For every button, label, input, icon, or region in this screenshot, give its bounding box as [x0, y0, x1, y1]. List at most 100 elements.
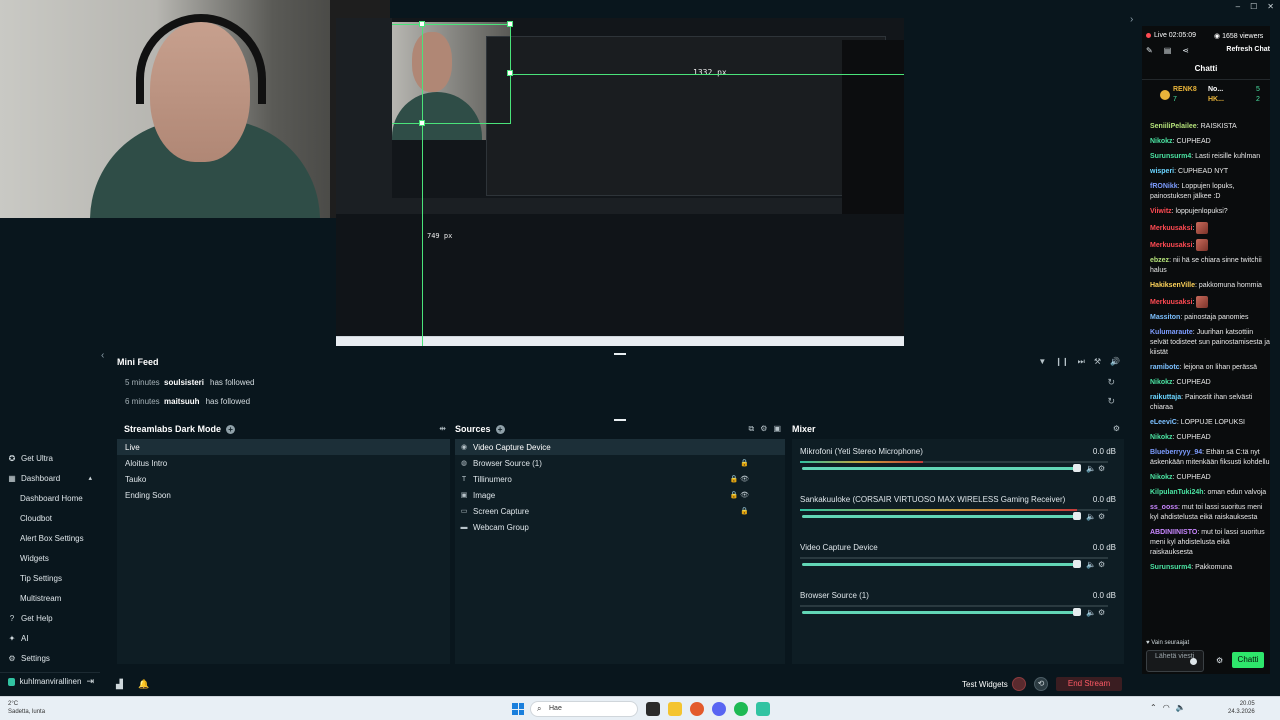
speaker-icon[interactable]: 🔈	[1086, 560, 1096, 569]
source-item[interactable]: ▭ Screen Capture 🔒	[455, 503, 785, 519]
scene-item[interactable]: Tauko	[117, 471, 450, 487]
popout-icon[interactable]: ▤	[1164, 46, 1172, 55]
share-icon[interactable]: ⋖	[1182, 46, 1189, 55]
close-button[interactable]: ✕	[1267, 2, 1274, 11]
chat-user[interactable]: Merkuusaksi	[1150, 299, 1192, 306]
mixer-settings-icon[interactable]: ⚙	[1113, 424, 1120, 433]
nav-item-ai[interactable]: ✦ AI	[0, 628, 100, 648]
slider-knob[interactable]	[1073, 560, 1081, 568]
resize-handle[interactable]	[419, 21, 425, 27]
chat-send-button[interactable]: Chatti	[1232, 652, 1264, 668]
replay-buffer-button[interactable]: ⟲	[1034, 677, 1048, 691]
volume-slider[interactable]	[802, 464, 1081, 472]
nav-item-multistream[interactable]: Multistream	[0, 588, 100, 608]
nav-item-get-ultra[interactable]: ✪ Get Ultra	[0, 448, 100, 468]
chat-user[interactable]: Nikokz	[1150, 138, 1173, 145]
minimize-button[interactable]: –	[1236, 2, 1240, 11]
chat-user[interactable]: Kulumaraute	[1150, 329, 1193, 336]
gear-icon[interactable]: ⚙	[1098, 560, 1105, 569]
speaker-icon[interactable]: 🔈	[1086, 464, 1096, 473]
source-visibility-lock-icons[interactable]: 🔒 👁	[729, 491, 749, 499]
duplicate-icon[interactable]: ⧉	[749, 424, 755, 434]
source-item[interactable]: ◉ Video Capture Device	[455, 439, 785, 455]
chat-user[interactable]: eLeeviC	[1150, 419, 1177, 426]
test-widgets-button[interactable]: Test Widgets	[962, 680, 1008, 689]
chat-user[interactable]: SeniiliPelailee	[1150, 123, 1197, 130]
source-item[interactable]: T Tillinumero 🔒 👁	[455, 471, 785, 487]
speaker-icon[interactable]: 🔈	[1086, 512, 1096, 521]
volume-slider[interactable]	[802, 512, 1081, 520]
weather-widget[interactable]: 2°C Sadetta, lunta	[8, 700, 45, 716]
mute-icon[interactable]: 🔊	[1110, 357, 1120, 367]
chevron-up-icon[interactable]: ▴	[88, 474, 92, 482]
chat-user[interactable]: Nikokz	[1150, 434, 1173, 441]
wifi-icon[interactable]: ◠	[1163, 703, 1170, 712]
chat-user[interactable]: ebzez	[1150, 257, 1169, 264]
chat-user[interactable]: Nikokz	[1150, 474, 1173, 481]
file-explorer-icon[interactable]	[668, 702, 682, 716]
chat-user[interactable]: Merkuusaksi	[1150, 242, 1192, 249]
logout-icon[interactable]: ⇥	[86, 676, 94, 687]
source-item[interactable]: ▣ Image 🔒 👁	[455, 487, 785, 503]
clear-icon[interactable]: ⚒	[1094, 357, 1101, 367]
resize-handle[interactable]	[419, 120, 425, 126]
windows-start-icon[interactable]	[512, 703, 524, 715]
chevron-left-icon[interactable]: ‹	[101, 350, 104, 361]
scene-item[interactable]: Aloitus Intro	[117, 455, 450, 471]
emote-icon[interactable]	[1190, 658, 1197, 665]
maximize-button[interactable]: ☐	[1250, 2, 1257, 11]
replay-alert-icon[interactable]: ↻	[1107, 377, 1115, 388]
resize-handle[interactable]	[507, 70, 513, 76]
performance-icon[interactable]: ▟	[116, 679, 123, 690]
refresh-chat-button[interactable]: Refresh Chat	[1226, 46, 1270, 53]
user-row[interactable]: kuhlmanvirallinen ⇥	[0, 672, 100, 690]
gear-icon[interactable]: ⚙	[1098, 512, 1105, 521]
chevron-up-icon[interactable]: ⌃	[1150, 703, 1157, 712]
chevron-right-icon[interactable]: ›	[1130, 14, 1133, 25]
gear-icon[interactable]: ⚙	[1098, 608, 1105, 617]
taskbar-search[interactable]: ⌕ Hae	[530, 701, 638, 717]
nav-item-tip-settings[interactable]: Tip Settings	[0, 568, 100, 588]
nav-item-dashboard-home[interactable]: Dashboard Home	[0, 488, 100, 508]
chat-user[interactable]: ABDINIINISTO	[1150, 529, 1197, 536]
chat-user[interactable]: ramibotc	[1150, 364, 1180, 371]
pause-icon[interactable]: ❙❙	[1055, 357, 1068, 367]
chat-user[interactable]: Surunsurm4	[1150, 153, 1191, 160]
volume-slider[interactable]	[802, 608, 1081, 616]
end-stream-button[interactable]: End Stream	[1056, 677, 1122, 691]
chat-user[interactable]: Viiwitz	[1150, 208, 1172, 215]
chat-user[interactable]: Blueberryyy_94	[1150, 449, 1202, 456]
chat-user[interactable]: Surunsurm4	[1150, 564, 1191, 571]
scene-transitions-icon[interactable]: ⇹	[439, 424, 446, 433]
chat-user[interactable]: KilpulanTuki24h	[1150, 489, 1204, 496]
speaker-icon[interactable]: 🔈	[1086, 608, 1096, 617]
slider-knob[interactable]	[1073, 512, 1081, 520]
folder-icon[interactable]: ▣	[773, 424, 781, 434]
filter-icon[interactable]: ▼	[1038, 357, 1046, 367]
nav-item-dashboard[interactable]: ▦ Dashboard ▴	[0, 468, 100, 488]
nav-item-alert-box-settings[interactable]: Alert Box Settings	[0, 528, 100, 548]
slider-knob[interactable]	[1073, 608, 1081, 616]
scene-item[interactable]: Ending Soon	[117, 487, 450, 503]
chat-user[interactable]: Merkuusaksi	[1150, 225, 1192, 232]
scene-item[interactable]: Live	[117, 439, 450, 455]
taskview-icon[interactable]	[646, 702, 660, 716]
nav-item-get-help[interactable]: ? Get Help	[0, 608, 100, 628]
chat-settings-icon[interactable]: ⚙	[1216, 656, 1223, 665]
spotify-icon[interactable]	[734, 702, 748, 716]
streamlabs-icon[interactable]	[756, 702, 770, 716]
resize-grip[interactable]	[614, 353, 626, 355]
browser-icon[interactable]	[690, 702, 704, 716]
volume-icon[interactable]: 🔈	[1176, 703, 1186, 712]
gear-icon[interactable]: ⚙	[1098, 464, 1105, 473]
source-item[interactable]: ◍ Browser Source (1) 🔒	[455, 455, 785, 471]
discord-icon[interactable]	[712, 702, 726, 716]
nav-item-settings[interactable]: ⚙ Settings	[0, 648, 100, 668]
source-visibility-lock-icons[interactable]: 🔒	[740, 507, 749, 515]
nav-item-cloudbot[interactable]: Cloudbot	[0, 508, 100, 528]
chat-user[interactable]: HakiksenVille	[1150, 282, 1195, 289]
source-item[interactable]: ▬ Webcam Group	[455, 519, 785, 535]
record-button[interactable]	[1012, 677, 1026, 691]
skip-icon[interactable]: ⏭	[1078, 357, 1085, 367]
nav-item-widgets[interactable]: Widgets	[0, 548, 100, 568]
